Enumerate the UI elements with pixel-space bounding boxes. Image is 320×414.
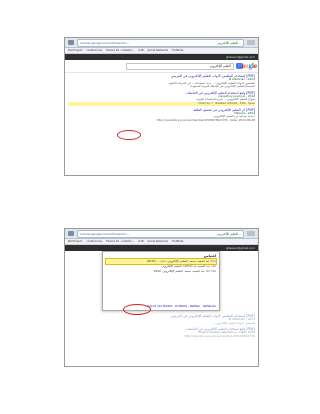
- address-bar[interactable]: scholar.google.com/scholar?q=... ...التع…: [77, 230, 244, 238]
- bookmark-item[interactable]: conferences: [86, 239, 102, 244]
- citation-format: ISO 690: [205, 270, 216, 273]
- citation-format: MLA: [210, 260, 216, 263]
- cite-dialog: اقتباس MLA عبد الحميد، محمد. التعليم الإ…: [102, 251, 220, 311]
- citation-text: عبد الحميد، محمد. التعليم الإلكتروني. 20…: [152, 269, 205, 273]
- account-email[interactable]: ghassan@gmail.com: [226, 55, 255, 59]
- bookmark-item[interactable]: conferences: [86, 48, 102, 53]
- bookmark-item[interactable]: Fedora 16 - Installin...: [106, 48, 134, 53]
- results-list: [PDF] إستخدام المعلمين لأدوات التعليم ال…: [65, 73, 258, 122]
- browser-chrome: scholar.google.com/scholar?q=... ...التع…: [65, 38, 258, 48]
- bookmark-item[interactable]: Social Networks: [148, 48, 169, 53]
- address-bar[interactable]: scholar.google.com/scholar?q=... ...التع…: [77, 39, 244, 47]
- google-logo: Google: [235, 62, 257, 70]
- bookmark-item[interactable]: EndNote: [172, 48, 183, 53]
- bookmark-item[interactable]: UoB: [138, 48, 143, 53]
- citation-text: عبد الحميد، م. (2010). التعليم الإلكترون…: [160, 264, 211, 268]
- screenshot-cite-popup: scholar.google.com/scholar?q=... ...التع…: [64, 228, 259, 367]
- results-list: [PDF] إستخدام المعلمين لأدوات التعليم ال…: [65, 313, 258, 338]
- citation-iso[interactable]: ISO 690 عبد الحميد، محمد. التعليم الإلكت…: [106, 269, 216, 274]
- url-text: scholar.google.com/scholar?q=...: [80, 232, 130, 236]
- annotation-circle: [123, 304, 151, 315]
- account-email[interactable]: ghassan@gmail.com: [226, 246, 255, 250]
- window-controls[interactable]: [247, 231, 255, 236]
- bookmark-item[interactable]: NIU Project: [68, 48, 82, 53]
- result-snippet: استخدام التعليم الإلكتروني في المملكة ال…: [190, 85, 255, 89]
- citation-format: APA: [211, 265, 216, 268]
- search-input[interactable]: التعليم الإلكتروني: [126, 63, 234, 70]
- bookmark-item[interactable]: Fedora 16 - Installin...: [106, 239, 134, 244]
- url-text: scholar.google.com/scholar?q=...: [80, 41, 130, 45]
- result-item: [PDF] إستخدام المعلمين لأدوات التعليم ال…: [68, 74, 255, 89]
- bookmark-item[interactable]: NIU Project: [68, 239, 82, 244]
- tab-icon[interactable]: [68, 40, 74, 45]
- annotation-circle: [117, 130, 141, 140]
- result-snippet: المعلمين لأدوات التعليم الإلكتروني ...: [211, 321, 255, 325]
- tab-icon[interactable]: [68, 231, 74, 236]
- result-item: [PDF] أثر التعليم الإلكتروني في تحصيل ال…: [68, 108, 255, 123]
- result-cite-links[interactable]: Cited by 7 · Related articles · Cite · S…: [68, 101, 255, 106]
- screenshot-scholar-results: scholar.google.com/scholar?q=... ...التع…: [64, 37, 259, 176]
- search-row: التعليم الإلكتروني Google: [65, 60, 258, 73]
- bookmark-item[interactable]: EndNote: [172, 239, 183, 244]
- result-item: [PDF] إستخدام المعلمين لأدوات التعليم ال…: [68, 314, 255, 325]
- browser-chrome: scholar.google.com/scholar?q=... ...التع…: [65, 229, 258, 239]
- result-item: [PDF] واقع استخدام التعليم الإلكتروني في…: [68, 327, 255, 338]
- citation-text: عبد الحميد، محمد. التعليم الإلكتروني: مد…: [145, 259, 210, 263]
- bookmark-item[interactable]: UoB: [138, 239, 143, 244]
- url-rtl-text: ...التعليم الإلكتروني: [216, 41, 241, 45]
- window-controls[interactable]: [247, 40, 255, 45]
- result-snippet: http://repository.ju.edu.jo/handle/12345…: [184, 334, 255, 338]
- url-rtl-text: ...التعليم الإلكتروني: [216, 232, 241, 236]
- bookmark-item[interactable]: Social Networks: [148, 239, 169, 244]
- result-item: [PDF] واقع استخدام التعليم الإلكتروني في…: [68, 91, 255, 106]
- result-snippet: http://repository.ju.edu.jo/handle/12345…: [156, 118, 255, 122]
